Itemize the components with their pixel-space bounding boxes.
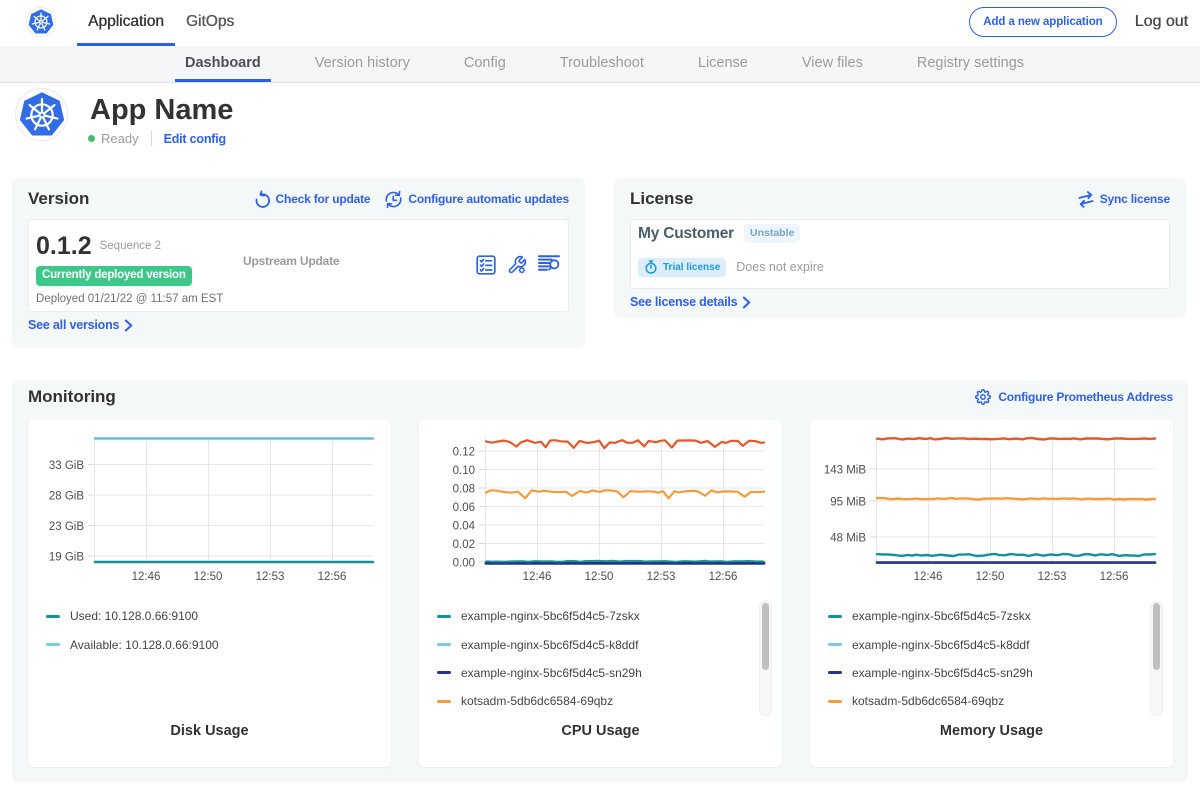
svg-text:0.08: 0.08 — [453, 484, 475, 496]
svg-text:23 GiB: 23 GiB — [49, 521, 84, 533]
svg-text:12:50: 12:50 — [976, 571, 1005, 583]
svg-text:19 GiB: 19 GiB — [49, 552, 84, 564]
svg-text:0.00: 0.00 — [453, 558, 475, 570]
svg-text:28 GiB: 28 GiB — [49, 491, 84, 503]
svg-text:0.12: 0.12 — [453, 447, 475, 459]
svg-text:0.10: 0.10 — [453, 465, 475, 477]
svg-text:12:56: 12:56 — [709, 571, 738, 583]
svg-text:12:50: 12:50 — [585, 571, 614, 583]
svg-text:0.02: 0.02 — [453, 539, 475, 551]
svg-text:0.04: 0.04 — [453, 521, 476, 533]
svg-text:12:46: 12:46 — [914, 571, 943, 583]
svg-text:12:56: 12:56 — [318, 571, 347, 583]
svg-text:12:46: 12:46 — [523, 571, 552, 583]
svg-text:12:53: 12:53 — [647, 571, 676, 583]
svg-text:0.06: 0.06 — [453, 502, 475, 514]
svg-text:12:56: 12:56 — [1100, 571, 1129, 583]
svg-text:12:46: 12:46 — [132, 571, 161, 583]
svg-text:48 MiB: 48 MiB — [830, 533, 866, 545]
svg-text:95 MiB: 95 MiB — [830, 497, 866, 509]
svg-text:143 MiB: 143 MiB — [824, 465, 867, 477]
svg-text:12:53: 12:53 — [256, 571, 285, 583]
svg-text:12:53: 12:53 — [1038, 571, 1067, 583]
svg-text:33 GiB: 33 GiB — [49, 460, 84, 472]
svg-text:12:50: 12:50 — [194, 571, 223, 583]
